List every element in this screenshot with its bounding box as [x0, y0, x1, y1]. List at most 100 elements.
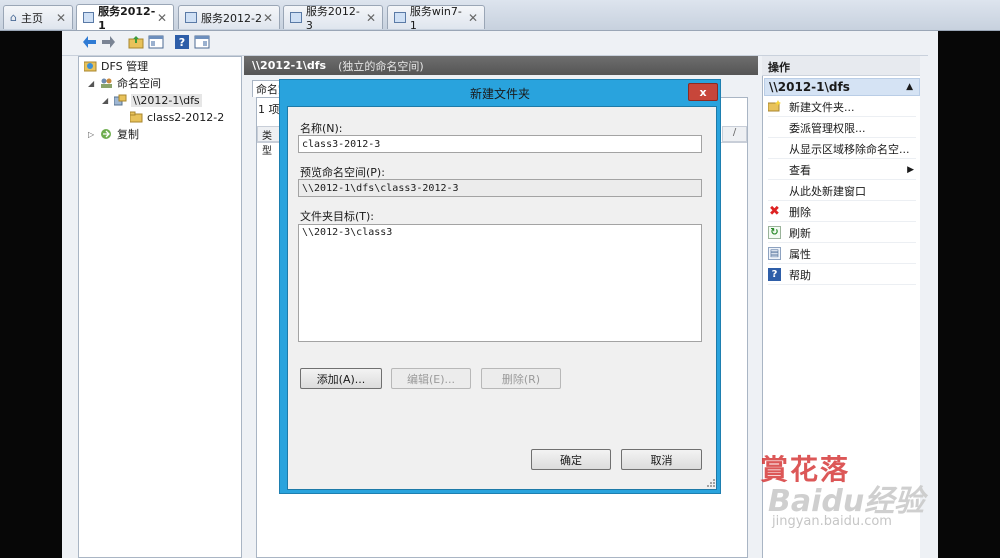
action-view[interactable]: 查看 ▶: [768, 160, 916, 180]
action-new-window[interactable]: 从此处新建窗口: [768, 181, 916, 201]
back-arrow-icon[interactable]: [82, 34, 98, 50]
vm-tab-label: 服务2012-3: [305, 5, 360, 32]
collapse-icon[interactable]: ◢: [102, 96, 110, 105]
watermark-url: jingyan.baidu.com: [772, 514, 892, 529]
mmc-toolbar: ?: [62, 31, 928, 56]
action-help[interactable]: ? 帮助: [768, 265, 916, 285]
home-icon: ⌂: [10, 11, 17, 24]
expand-icon[interactable]: ▷: [88, 130, 96, 139]
vm-tab-label: 主页: [20, 11, 43, 25]
tree-label: DFS 管理: [101, 60, 149, 73]
show-hide-action-pane-icon[interactable]: [194, 34, 210, 50]
edit-button[interactable]: 编辑(E)...: [391, 368, 471, 389]
collapse-icon[interactable]: ◢: [88, 79, 96, 88]
actions-section-namespace[interactable]: \\2012-1\dfs ▲: [764, 78, 920, 96]
cancel-button[interactable]: 取消: [621, 449, 702, 470]
tree-item-namespaces[interactable]: ◢ 命名空间: [88, 75, 161, 91]
action-label: 刷新: [789, 226, 811, 240]
tree-item-namespace-dfs[interactable]: ◢ \\2012-1\dfs: [102, 92, 202, 108]
close-icon[interactable]: ✕: [468, 11, 478, 25]
vm-tab-2012-2[interactable]: 服务2012-2 ✕: [178, 5, 280, 29]
vm-tab-label: 服务win7-1: [409, 5, 462, 32]
ok-button[interactable]: 确定: [531, 449, 611, 470]
results-subtitle: (独立的命名空间): [338, 59, 424, 73]
vm-right-border: [938, 31, 1000, 558]
action-spacer: [768, 163, 781, 176]
close-button[interactable]: x: [688, 83, 718, 101]
dfs-management-icon: [84, 61, 97, 72]
vm-tab-2012-3[interactable]: 服务2012-3 ✕: [283, 5, 383, 32]
vm-tab-win7-1[interactable]: 服务win7-1 ✕: [387, 5, 485, 32]
preview-namespace-label: 预览命名空间(P):: [300, 166, 385, 179]
folder-icon: [130, 111, 143, 123]
action-refresh[interactable]: ↻ 刷新: [768, 223, 916, 243]
close-icon[interactable]: ✕: [366, 11, 376, 25]
column-header-sort-icon[interactable]: /: [722, 126, 747, 142]
action-spacer: [768, 142, 781, 155]
properties-icon: ▤: [768, 247, 781, 260]
vm-tab-label: 服务2012-1: [98, 5, 156, 32]
action-spacer: [768, 184, 781, 197]
close-icon[interactable]: ✕: [263, 11, 273, 25]
tree-label: class2-2012-2: [147, 110, 225, 124]
tree-item-dfs-management[interactable]: DFS 管理: [84, 58, 148, 74]
namespace-icon: [101, 78, 112, 88]
action-properties[interactable]: ▤ 属性: [768, 244, 916, 264]
up-folder-icon[interactable]: [128, 34, 144, 50]
actions-title: 操作: [762, 56, 920, 76]
remove-button[interactable]: 删除(R): [481, 368, 561, 389]
tree-label: 命名空间: [117, 77, 161, 90]
action-label: 删除: [789, 205, 811, 219]
folder-target-item[interactable]: \\2012-3\class3: [299, 225, 701, 238]
namespace-root-icon: [114, 94, 127, 106]
vm-icon: [394, 12, 406, 23]
show-hide-tree-icon[interactable]: [148, 34, 164, 50]
vm-tab-home[interactable]: ⌂ 主页 ✕: [3, 5, 73, 29]
vm-icon: [185, 12, 197, 23]
new-folder-icon: [768, 100, 781, 112]
close-icon[interactable]: ✕: [157, 11, 167, 25]
action-label: 从显示区域移除命名空...: [789, 142, 910, 156]
svg-text:?: ?: [179, 36, 185, 49]
replication-icon: [101, 129, 111, 139]
action-label: 查看: [789, 163, 811, 177]
tree-item-folder-class2[interactable]: class2-2012-2: [130, 109, 224, 125]
results-title: \\2012-1\dfs: [252, 59, 327, 72]
collapse-arrow-icon[interactable]: ▲: [906, 82, 913, 92]
action-remove-namespace[interactable]: 从显示区域移除命名空...: [768, 139, 916, 159]
name-field[interactable]: class3-2012-3: [298, 135, 702, 153]
action-label: 从此处新建窗口: [789, 184, 866, 198]
vm-tab-bar: ⌂ 主页 ✕ 服务2012-1 ✕ 服务2012-2 ✕ 服务2012-3 ✕ …: [0, 0, 1000, 32]
forward-arrow-icon[interactable]: [100, 34, 116, 50]
vm-tab-2012-1[interactable]: 服务2012-1 ✕: [76, 4, 174, 32]
folder-targets-list[interactable]: \\2012-3\class3: [298, 224, 702, 342]
preview-namespace-field: \\2012-1\dfs\class3-2012-3: [298, 179, 702, 197]
action-spacer: [768, 121, 781, 134]
action-delegate-permissions[interactable]: 委派管理权限...: [768, 118, 916, 138]
vm-icon: [83, 12, 95, 23]
results-header: \\2012-1\dfs (独立的命名空间): [244, 56, 758, 75]
refresh-icon: ↻: [768, 226, 781, 239]
tree-item-replication[interactable]: ▷ 复制: [88, 126, 139, 142]
name-label: 名称(N):: [300, 122, 343, 135]
action-label: 委派管理权限...: [789, 121, 866, 135]
submenu-arrow-icon: ▶: [907, 164, 914, 175]
help-icon: ?: [768, 268, 781, 281]
vm-tab-label: 服务2012-2: [201, 11, 262, 25]
action-label: 帮助: [789, 268, 811, 282]
action-delete[interactable]: ✖ 删除: [768, 202, 916, 222]
actions-section-label: \\2012-1\dfs: [769, 80, 850, 94]
resize-grip-icon[interactable]: [706, 478, 716, 488]
tree-label: \\2012-1\dfs: [131, 93, 202, 107]
folder-targets-label: 文件夹目标(T):: [300, 210, 375, 223]
action-label: 新建文件夹...: [789, 100, 855, 114]
add-button[interactable]: 添加(A)...: [300, 368, 382, 389]
help-icon[interactable]: ?: [174, 34, 190, 50]
dialog-title: 新建文件夹: [469, 86, 530, 101]
baidu-jingyan-watermark: 賞花落 Baidu经验 jingyan.baidu.com: [760, 448, 940, 558]
delete-icon: ✖: [769, 204, 780, 219]
column-header-type[interactable]: 类型: [257, 126, 281, 157]
action-new-folder[interactable]: 新建文件夹...: [768, 97, 916, 117]
vm-left-border: [0, 31, 62, 558]
close-icon[interactable]: ✕: [56, 11, 66, 25]
